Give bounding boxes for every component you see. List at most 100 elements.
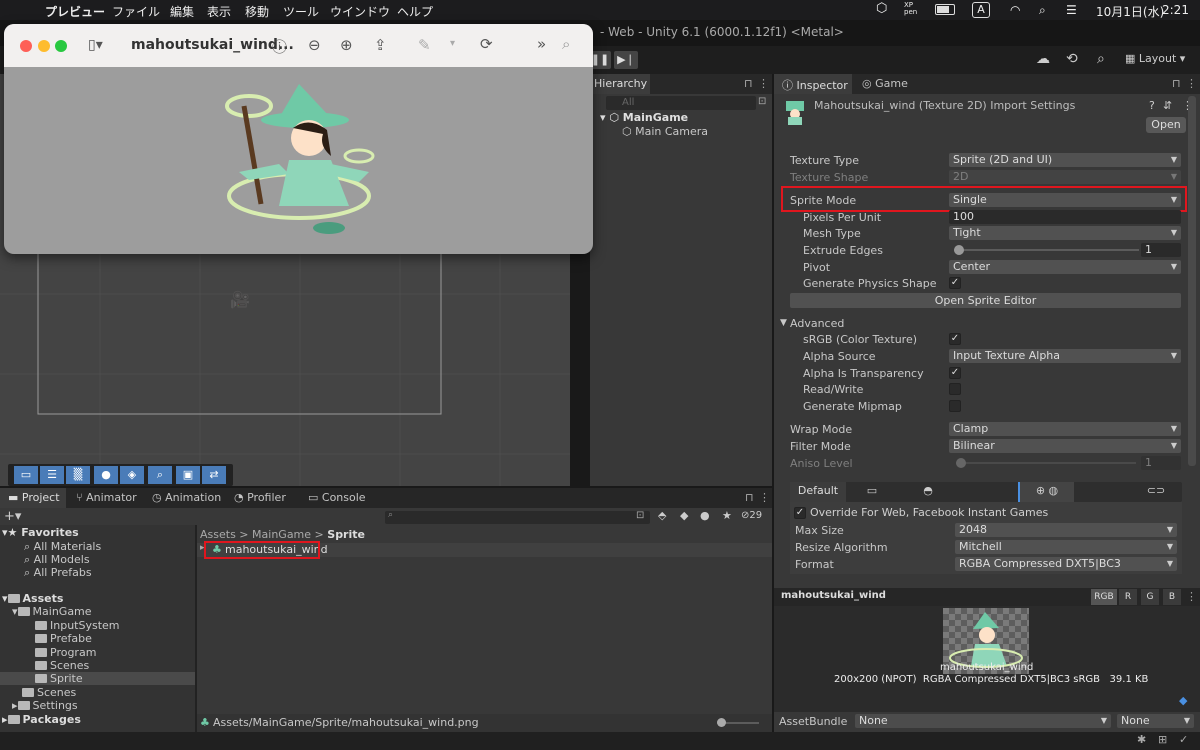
check-icon[interactable]: ✓ — [1179, 733, 1188, 746]
icon-size-slider[interactable] — [717, 718, 759, 727]
wifi-icon[interactable]: ◠ — [1010, 3, 1020, 17]
open-sprite-editor-button[interactable]: Open Sprite Editor — [790, 293, 1181, 308]
history-icon[interactable]: ⟲ — [1066, 51, 1078, 67]
menu-edit[interactable]: 編集 — [170, 3, 194, 20]
input-source-icon[interactable]: A — [972, 2, 990, 18]
slider-handle[interactable] — [954, 245, 964, 255]
menubar-time[interactable]: 2:21 — [1162, 3, 1189, 17]
platform-standalone-icon[interactable]: ▭ — [852, 484, 892, 497]
align-tool-icon[interactable]: ☰ — [40, 466, 64, 484]
grid-tool-icon[interactable]: ▒ — [66, 466, 90, 484]
more-icon[interactable]: ⋮ — [759, 491, 770, 504]
pivot-dropdown[interactable]: Center ▼ — [949, 260, 1181, 274]
filter-log-icon[interactable]: ● — [700, 509, 710, 522]
filter-mode-dropdown[interactable]: Bilinear ▼ — [949, 439, 1181, 453]
maingame-folder[interactable]: ▾ MainGame — [12, 605, 92, 618]
inspector-scrollbar[interactable] — [1188, 96, 1196, 466]
open-button[interactable]: Open — [1146, 117, 1186, 133]
format-dropdown[interactable]: RGBA Compressed DXT5|BC3 ▼ — [955, 557, 1177, 571]
markup-icon[interactable]: ✎ — [418, 36, 431, 54]
pixels-per-unit-input[interactable]: 100 — [949, 210, 1181, 224]
folder-program[interactable]: Program — [35, 646, 96, 659]
camera-gizmo-icon[interactable]: 🎥 — [230, 290, 250, 309]
assetbundle-variant-dropdown[interactable]: None ▼ — [1117, 714, 1194, 728]
folder-root-scenes[interactable]: Scenes — [22, 686, 76, 699]
favorites-header[interactable]: ▾★ Favorites — [2, 526, 79, 539]
tab-animator[interactable]: ⑂ Animator — [68, 488, 140, 508]
project-search-input[interactable]: ⌕ — [385, 510, 650, 524]
rotate-icon[interactable]: ⟳ — [480, 35, 493, 53]
platform-console-icon[interactable]: ⊂⊃ — [1136, 484, 1176, 497]
packages-folder[interactable]: ▸ Packages — [2, 713, 81, 726]
screen-tool-icon[interactable]: ▣ — [176, 466, 200, 484]
max-size-dropdown[interactable]: 2048 ▼ — [955, 523, 1177, 537]
search-icon[interactable]: ⌕ — [1039, 3, 1046, 18]
mesh-type-dropdown[interactable]: Tight ▼ — [949, 226, 1181, 240]
mipmap-checkbox[interactable] — [949, 400, 961, 412]
breadcrumb-sprite[interactable]: Sprite — [327, 528, 365, 541]
menu-window[interactable]: ウインドウ — [330, 3, 390, 20]
resize-dropdown[interactable]: Mitchell ▼ — [955, 540, 1177, 554]
folder-sprite[interactable]: Sprite — [35, 672, 83, 685]
menu-help[interactable]: ヘルプ — [397, 3, 433, 20]
channel-r-button[interactable]: R — [1119, 589, 1137, 605]
layers-tool-icon[interactable]: ◈ — [120, 466, 144, 484]
channel-g-button[interactable]: G — [1141, 589, 1159, 605]
platform-android-icon[interactable]: ◓ — [908, 484, 948, 497]
xp-pen-icon[interactable]: XP pen — [904, 2, 917, 16]
override-checkbox[interactable]: ✓ — [794, 507, 806, 519]
menu-go[interactable]: 移動 — [245, 3, 269, 20]
debug-icon[interactable]: ✱ — [1137, 733, 1146, 746]
shuffle-tool-icon[interactable]: ⇄ — [202, 466, 226, 484]
physics-shape-checkbox[interactable]: ✓ — [949, 277, 961, 289]
alpha-transparency-checkbox[interactable]: ✓ — [949, 367, 961, 379]
tab-animation[interactable]: ◷ Animation — [144, 488, 222, 508]
tag-icon[interactable]: ◆ — [1179, 694, 1187, 707]
layout-dropdown[interactable]: ▦ Layout ▾ — [1125, 52, 1185, 65]
hierarchy-search-input[interactable]: All — [606, 96, 756, 110]
zoom-button[interactable] — [55, 40, 67, 52]
layers-icon[interactable]: ⊞ — [1158, 733, 1167, 746]
unity-status-icon[interactable]: ⬡ — [876, 1, 887, 16]
app-menu[interactable]: プレビュー — [45, 3, 105, 20]
fav-all-prefabs[interactable]: ⌕ All Prefabs — [24, 566, 92, 580]
fav-all-materials[interactable]: ⌕ All Materials — [24, 540, 101, 554]
channel-rgb-button[interactable]: RGB — [1091, 589, 1117, 605]
info-icon[interactable]: ⓘ — [272, 36, 287, 57]
tab-profiler[interactable]: ◔ Profiler — [226, 488, 296, 508]
breadcrumb-assets[interactable]: Assets — [200, 528, 236, 541]
advanced-foldout[interactable]: ▼ Advanced — [774, 316, 1200, 332]
search-icon[interactable]: ⌕ — [562, 35, 570, 53]
platform-web-icon[interactable]: ⊕ ◍ — [1018, 482, 1074, 502]
filter-type-icon[interactable]: ⬘ — [658, 509, 666, 522]
texture-type-dropdown[interactable]: Sprite (2D and UI) ▼ — [949, 153, 1181, 167]
close-button[interactable] — [20, 40, 32, 52]
rect-tool-icon[interactable]: ▭ — [14, 466, 38, 484]
folder-settings[interactable]: ▸ Settings — [12, 699, 78, 712]
circle-tool-icon[interactable]: ● — [94, 466, 118, 484]
more-toolbar-icon[interactable]: » — [537, 35, 546, 53]
folder-scenes[interactable]: Scenes — [35, 659, 89, 672]
preset-icon[interactable]: ⇵ — [1163, 99, 1172, 112]
read-write-checkbox[interactable] — [949, 383, 961, 395]
extrude-edges-input[interactable]: 1 — [1141, 243, 1181, 257]
battery-icon[interactable] — [935, 4, 955, 15]
step-button[interactable]: ▶❘ — [614, 51, 638, 69]
more-icon[interactable]: ⋮ — [1186, 590, 1197, 603]
share-icon[interactable]: ⇪ — [374, 36, 387, 54]
scene-row[interactable]: ▾ ⬡ MainGame — [600, 111, 688, 124]
lock-icon[interactable]: ⊓ — [745, 491, 754, 504]
tab-project[interactable]: ▬ Project — [0, 488, 66, 508]
zoom-tool-icon[interactable]: ⌕ — [148, 466, 172, 484]
tab-console[interactable]: ▭ Console — [300, 488, 370, 508]
menubar-date[interactable]: 10月1日(水) — [1096, 3, 1164, 20]
wrap-mode-dropdown[interactable]: Clamp ▼ — [949, 422, 1181, 436]
lock-icon[interactable]: ⊓ — [744, 77, 753, 90]
folder-prefabe[interactable]: Prefabe — [35, 632, 92, 645]
cloud-icon[interactable]: ☁ — [1036, 51, 1050, 67]
zoom-in-icon[interactable]: ⊕ — [340, 36, 353, 54]
assetbundle-name-dropdown[interactable]: None ▼ — [855, 714, 1111, 728]
control-center-icon[interactable]: ☰ — [1066, 3, 1077, 17]
tab-game[interactable]: ◎ Game — [854, 74, 914, 94]
search-icon[interactable]: ⌕ — [1097, 51, 1105, 67]
